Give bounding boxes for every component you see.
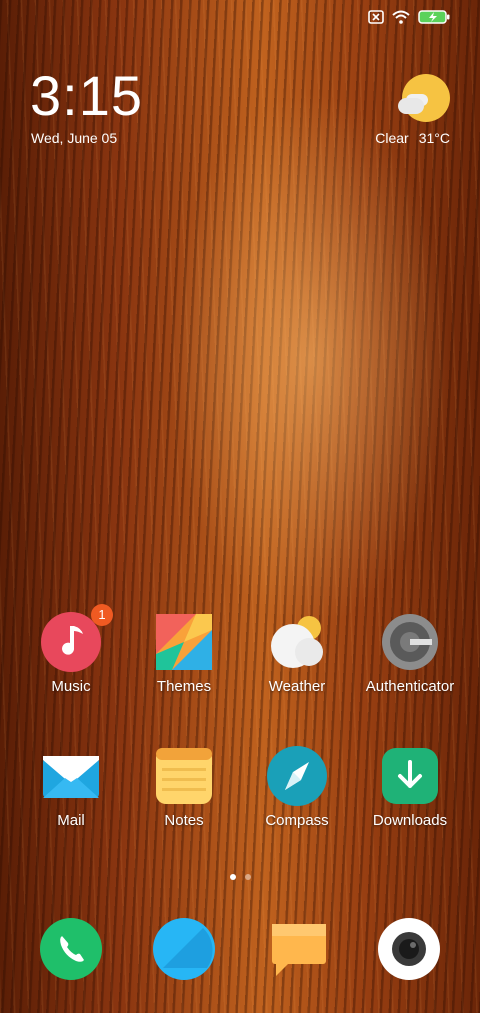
app-compass[interactable]: Compass	[241, 746, 353, 829]
app-mail[interactable]: Mail	[15, 746, 127, 829]
sim-none-icon	[368, 10, 384, 24]
app-label: Downloads	[372, 812, 448, 829]
weather-app-icon	[267, 612, 327, 672]
weather-summary: Clear 31°C	[375, 130, 450, 146]
app-authenticator[interactable]: Authenticator	[354, 612, 466, 695]
browser-icon	[153, 918, 215, 980]
app-label: Weather	[268, 678, 326, 695]
weather-widget[interactable]: Clear 31°C	[360, 74, 450, 154]
app-label: Music	[51, 678, 91, 695]
downloads-icon	[380, 746, 440, 806]
weather-temperature: 31°C	[418, 130, 450, 146]
page-dot-1[interactable]	[229, 874, 236, 880]
themes-icon	[154, 612, 214, 672]
cloud-icon	[398, 98, 424, 114]
notification-badge: 1	[91, 604, 113, 626]
page-dot-2[interactable]	[244, 874, 251, 880]
notes-icon	[154, 746, 214, 806]
messaging-icon	[272, 924, 326, 976]
dock-messaging[interactable]	[268, 918, 330, 980]
app-label: Compass	[265, 812, 329, 829]
app-themes[interactable]: Themes	[128, 612, 240, 695]
dock-phone[interactable]	[40, 918, 102, 980]
music-icon: 1	[41, 604, 113, 672]
weather-condition: Clear	[375, 130, 409, 146]
wifi-icon	[392, 10, 410, 24]
app-label: Notes	[164, 812, 204, 829]
clock[interactable]: 3:15	[30, 66, 143, 126]
page-indicator	[0, 874, 480, 880]
status-bar	[368, 10, 450, 24]
app-weather[interactable]: Weather	[241, 612, 353, 695]
app-label: Themes	[156, 678, 212, 695]
date[interactable]: Wed, June 05	[31, 130, 117, 146]
camera-icon	[378, 918, 440, 980]
dock-camera[interactable]	[378, 918, 440, 980]
phone-icon	[40, 918, 102, 980]
app-music[interactable]: 1 Music	[15, 604, 127, 695]
app-downloads[interactable]: Downloads	[354, 746, 466, 829]
authenticator-icon	[380, 612, 440, 672]
dock-browser[interactable]	[153, 918, 215, 980]
battery-charging-icon	[418, 10, 450, 24]
app-notes[interactable]: Notes	[128, 746, 240, 829]
app-label: Mail	[57, 812, 85, 829]
app-label: Authenticator	[365, 678, 455, 695]
compass-icon	[267, 746, 327, 806]
mail-icon	[41, 746, 101, 806]
